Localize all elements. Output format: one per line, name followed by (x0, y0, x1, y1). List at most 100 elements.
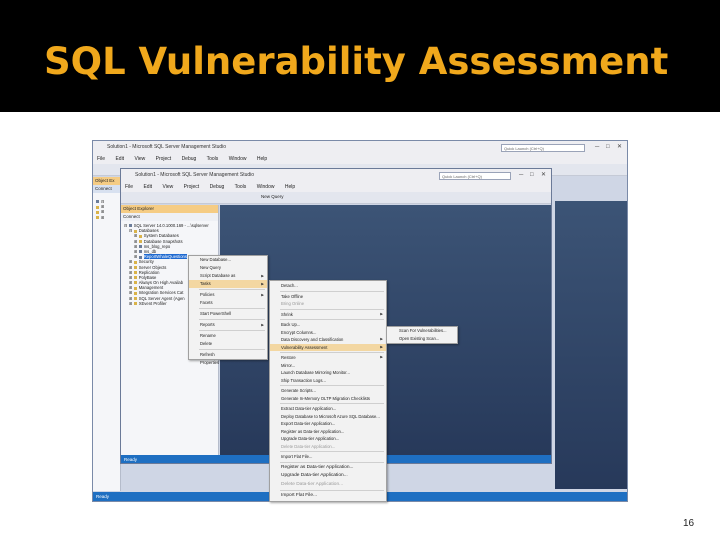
inner-connect-button[interactable]: Connect (121, 213, 218, 221)
menu-item-facets[interactable]: Facets (189, 299, 267, 307)
menu-item-export-dac[interactable]: Export Data-tier Application... (270, 420, 386, 428)
menu-window[interactable]: Window (229, 156, 247, 162)
menu-view[interactable]: View (134, 156, 145, 162)
folder-icon (133, 260, 137, 264)
menu-item-mirror[interactable]: Mirror... (270, 362, 386, 370)
folder-icon (96, 205, 99, 209)
close-icon[interactable]: ✕ (617, 144, 622, 151)
menu-help[interactable]: Help (257, 156, 267, 162)
menu-edit[interactable]: Edit (115, 156, 124, 162)
menu-item-upgrade-dac[interactable]: Upgrade Data-tier Application... (270, 435, 386, 443)
menu-item-tasks[interactable]: Tasks ▶ (189, 280, 267, 288)
menu-item-delete-dac[interactable]: Delete Data-tier Application... (270, 443, 386, 451)
title-bar: SQL Vulnerability Assessment (0, 0, 720, 112)
folder-icon (138, 239, 142, 243)
menu-item-refresh[interactable]: Refresh (189, 351, 267, 359)
minimize-icon[interactable]: ─ (595, 144, 599, 151)
menu-project[interactable]: Project (156, 156, 172, 162)
folder-icon (133, 276, 137, 280)
menu-item-back-up[interactable]: Back Up... (270, 321, 386, 329)
menu-item-script-database[interactable]: Script Database as ▶ (189, 272, 267, 280)
close-icon[interactable]: ✕ (541, 172, 546, 179)
menu-file[interactable]: File (125, 184, 133, 190)
menu-item-inmemory-checklists[interactable]: Generate In-Memory OLTP Migration Checkl… (270, 395, 386, 403)
maximize-icon[interactable]: □ (530, 172, 534, 179)
new-query-button[interactable]: New Query (261, 194, 284, 199)
database-context-menu: New Database... New Query Script Databas… (188, 255, 268, 365)
menu-item-extract-dac[interactable]: Extract Data-tier Application... (270, 405, 386, 413)
menu-item-encrypt-columns[interactable]: Encrypt Columns... (270, 329, 386, 337)
menu-separator (199, 330, 265, 331)
menu-item-rename[interactable]: Rename (189, 332, 267, 340)
menu-item-register-dac[interactable]: Register as Data-tier Application... (270, 428, 386, 436)
menu-item-import-flat-file[interactable]: Import Flat File... (270, 453, 386, 461)
menu-tools[interactable]: Tools (207, 156, 219, 162)
outer-menu-bar: File Edit View Project Debug Tools Windo… (93, 154, 627, 164)
menu-item-register-dac-large[interactable]: Register as Data-tier Application... (270, 464, 386, 473)
inner-toolbar: New Query (121, 192, 551, 204)
inner-object-explorer-title: Object Explorer (121, 205, 218, 213)
menu-item-deploy-azure[interactable]: Deploy Database to Microsoft Azure SQL D… (270, 413, 386, 421)
menu-item-detach[interactable]: Detach... (270, 282, 386, 290)
outer-object-explorer-tab[interactable]: Object Ex (93, 177, 120, 185)
menu-debug[interactable]: Debug (182, 156, 197, 162)
menu-item-properties[interactable]: Properties (189, 359, 267, 367)
folder-icon (133, 271, 137, 275)
menu-item-bring-online[interactable]: Bring Online (270, 300, 386, 308)
menu-item-reports[interactable]: Reports ▶ (189, 321, 267, 329)
menu-edit[interactable]: Edit (143, 184, 152, 190)
tree-node[interactable]: ⊞ (96, 209, 105, 214)
menu-debug[interactable]: Debug (210, 184, 225, 190)
menu-item-mirroring-monitor[interactable]: Launch Database Mirroring Monitor... (270, 369, 386, 377)
database-icon (138, 250, 142, 254)
menu-item-open-existing-scan[interactable]: Open Existing Scan... (387, 335, 457, 343)
menu-separator (280, 461, 384, 463)
folder-icon (133, 265, 137, 269)
menu-item-take-offline[interactable]: Take Offline (270, 293, 386, 301)
menu-item-delete[interactable]: Delete (189, 340, 267, 348)
menu-window[interactable]: Window (257, 184, 275, 190)
menu-item-new-query[interactable]: New Query (189, 264, 267, 272)
folder-icon (133, 302, 137, 306)
server-icon (128, 224, 132, 228)
maximize-icon[interactable]: □ (606, 144, 610, 151)
menu-item-upgrade-dac-large[interactable]: Upgrade Data-tier Application... (270, 472, 386, 481)
menu-item-data-discovery[interactable]: Data Discovery and Classification ▶ (270, 336, 386, 344)
inner-window-title: Solution1 - Microsoft SQL Server Managem… (135, 172, 255, 178)
menu-help[interactable]: Help (285, 184, 295, 190)
menu-item-import-flat-file-large[interactable]: Import Flat File... (270, 492, 386, 501)
menu-view[interactable]: View (162, 184, 173, 190)
menu-item-start-powershell[interactable]: Start PowerShell (189, 310, 267, 318)
folder-icon (133, 297, 137, 301)
submenu-arrow-icon: ▶ (380, 355, 383, 359)
tasks-submenu: Detach... Take Offline Bring Online Shri… (269, 280, 387, 502)
tree-node[interactable]: ⊞ (96, 215, 105, 220)
server-icon (96, 200, 99, 204)
folder-icon (133, 281, 137, 285)
outer-status-text: Ready (96, 494, 110, 499)
submenu-arrow-icon: ▶ (261, 323, 264, 327)
menu-item-shrink[interactable]: Shrink ▶ (270, 311, 386, 319)
menu-separator (280, 451, 384, 452)
outer-quick-launch[interactable]: Quick Launch (Ctrl+Q) (501, 144, 585, 152)
inner-quick-launch[interactable]: Quick Launch (Ctrl+Q) (439, 172, 511, 180)
minimize-icon[interactable]: ─ (519, 172, 523, 179)
menu-item-ship-logs[interactable]: Ship Transaction Logs... (270, 377, 386, 385)
menu-item-scan-vulnerabilities[interactable]: Scan For Vulnerabilities... (387, 327, 457, 335)
menu-item-vulnerability-assessment[interactable]: Vulnerability Assessment ▶ (270, 343, 386, 351)
outer-object-explorer: Object Ex Connect ⊟ ⊞ ⊞ ⊞ (93, 177, 121, 491)
menu-project[interactable]: Project (184, 184, 200, 190)
menu-item-new-database[interactable]: New Database... (189, 256, 267, 264)
outer-connect-button[interactable]: Connect (93, 185, 120, 193)
menu-item-generate-scripts[interactable]: Generate Scripts... (270, 387, 386, 395)
submenu-arrow-icon: ▶ (380, 337, 383, 341)
menu-separator (280, 308, 384, 310)
outer-workspace (555, 201, 627, 489)
menu-separator (199, 319, 265, 320)
menu-item-delete-dac-large[interactable]: Delete Data-tier Application... (270, 481, 386, 490)
menu-item-policies[interactable]: Policies ▶ (189, 291, 267, 299)
menu-file[interactable]: File (97, 156, 105, 162)
menu-tools[interactable]: Tools (235, 184, 247, 190)
outer-window-title: Solution1 - Microsoft SQL Server Managem… (107, 144, 227, 150)
menu-item-restore[interactable]: Restore ▶ (270, 354, 386, 362)
